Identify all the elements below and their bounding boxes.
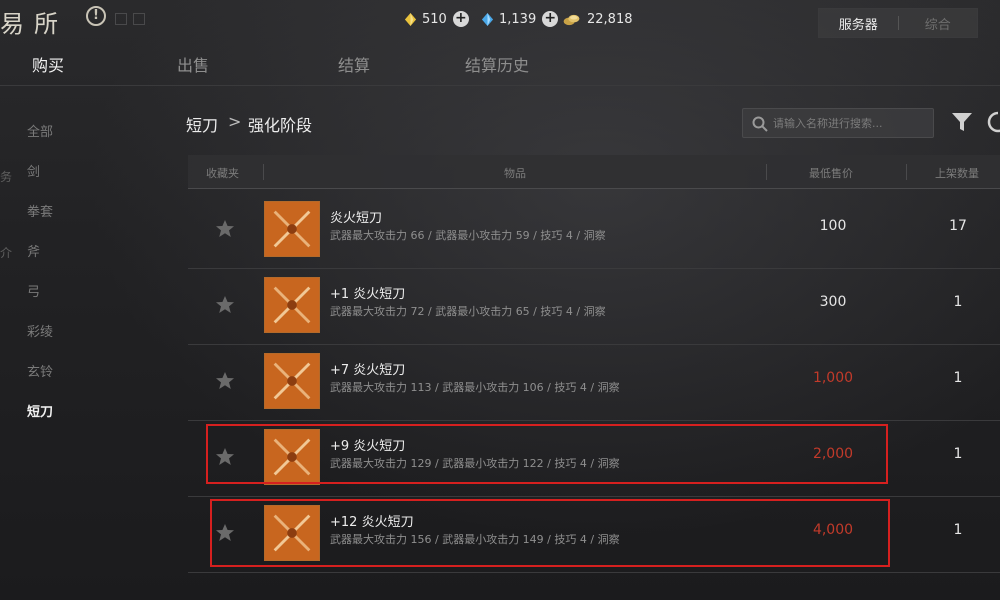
sidebar-item-bell[interactable]: 玄铃: [27, 361, 53, 380]
item-name: 炎火短刀: [330, 211, 383, 226]
edge-text-fragment: 务: [0, 170, 13, 184]
item-quantity: 1: [953, 370, 963, 386]
header-item[interactable]: 物品: [504, 165, 526, 181]
item-price: 100: [819, 218, 847, 234]
highlight-box: [210, 499, 890, 567]
search-icon[interactable]: [751, 115, 769, 133]
currency-gold-crystal: 510 +: [404, 10, 469, 28]
tab-settlement[interactable]: 结算: [338, 52, 370, 76]
table-header: 收藏夹 物品 最低售价 上架数量: [188, 155, 1000, 189]
dagger-icon: [265, 202, 319, 256]
item-quantity: 17: [949, 218, 967, 234]
item-thumbnail: [264, 353, 320, 409]
nav-divider: [0, 85, 1000, 86]
highlight-box: [206, 424, 888, 484]
window-title: 易所: [0, 10, 68, 38]
table-row[interactable]: +7 炎火短刀 武器最大攻击力 113 / 武器最小攻击力 106 / 技巧 4…: [188, 345, 1000, 421]
info-icon[interactable]: !: [86, 6, 106, 26]
item-stats: 武器最大攻击力 72 / 武器最小攻击力 65 / 技巧 4 / 洞察: [330, 305, 606, 318]
header-lowest-price[interactable]: 最低售价: [809, 165, 853, 181]
favorite-star-icon[interactable]: [215, 371, 235, 391]
item-thumbnail: [264, 277, 320, 333]
refresh-icon[interactable]: [986, 110, 1000, 134]
filter-icon[interactable]: [950, 110, 974, 134]
blue-crystal-icon: [481, 12, 494, 26]
search-box: [742, 108, 934, 138]
favorite-star-icon[interactable]: [215, 219, 235, 239]
header-divider: [766, 164, 767, 180]
top-bar: 易所 ! 510 + 1,139 + 22,818 服务器 综合: [0, 0, 1000, 40]
search-input[interactable]: [773, 113, 929, 133]
sidebar-item-axe[interactable]: 斧: [27, 241, 40, 260]
sidebar-item-ribbon[interactable]: 彩绫: [27, 321, 53, 340]
header-divider: [263, 164, 264, 180]
currency-blue-crystal: 1,139 +: [481, 10, 559, 28]
currency-value: 1,139: [499, 11, 537, 27]
breadcrumb-parent[interactable]: 短刀: [186, 112, 218, 136]
item-name: +7 炎火短刀: [330, 363, 406, 378]
header-favorite[interactable]: 收藏夹: [206, 165, 239, 181]
tab-server[interactable]: 服务器: [819, 14, 898, 33]
item-thumbnail: [264, 201, 320, 257]
tab-combined[interactable]: 综合: [899, 14, 978, 33]
header-divider: [906, 164, 907, 180]
dagger-icon: [265, 354, 319, 408]
breadcrumb-current: 强化阶段: [248, 116, 313, 135]
edge-text-fragment: 介: [0, 246, 13, 260]
item-quantity: 1: [953, 294, 963, 310]
favorite-star-icon[interactable]: [215, 295, 235, 315]
tab-settlement-history[interactable]: 结算历史: [465, 52, 529, 76]
currency-gold-coins: 22,818: [562, 10, 633, 28]
server-toggle: 服务器 综合: [818, 8, 978, 38]
item-stats: 武器最大攻击力 113 / 武器最小攻击力 106 / 技巧 4 / 洞察: [330, 381, 620, 394]
tab-sell[interactable]: 出售: [177, 52, 209, 76]
dagger-icon: [265, 278, 319, 332]
tab-buy[interactable]: 购买: [32, 52, 64, 76]
add-blue-crystal-button[interactable]: +: [542, 11, 559, 27]
header-quantity[interactable]: 上架数量: [935, 165, 979, 181]
breadcrumb-separator: >: [228, 112, 242, 131]
sidebar-item-dagger[interactable]: 短刀: [27, 401, 53, 420]
currency-value: 22,818: [587, 11, 633, 27]
currency-value: 510: [422, 11, 447, 27]
gold-crystal-icon: [404, 12, 417, 26]
sidebar-item-all[interactable]: 全部: [27, 121, 53, 140]
faint-toolbar-icons: [115, 10, 175, 25]
item-name: +1 炎火短刀: [330, 287, 406, 302]
table-row[interactable]: +1 炎火短刀 武器最大攻击力 72 / 武器最小攻击力 65 / 技巧 4 /…: [188, 269, 1000, 345]
sidebar-item-bow[interactable]: 弓: [27, 281, 40, 300]
item-price: 300: [819, 294, 847, 310]
table-row[interactable]: 炎火短刀 武器最大攻击力 66 / 武器最小攻击力 59 / 技巧 4 / 洞察…: [188, 193, 1000, 269]
add-gold-crystal-button[interactable]: +: [452, 11, 469, 27]
item-price: 1,000: [812, 370, 854, 386]
item-quantity: 1: [953, 446, 963, 462]
main-nav: 购买 出售 结算 结算历史: [0, 42, 1000, 84]
item-stats: 武器最大攻击力 66 / 武器最小攻击力 59 / 技巧 4 / 洞察: [330, 229, 606, 242]
sidebar-item-gauntlet[interactable]: 拳套: [27, 201, 53, 220]
gold-coins-icon: [563, 14, 580, 25]
item-quantity: 1: [953, 522, 963, 538]
sidebar-item-sword[interactable]: 剑: [27, 161, 40, 180]
